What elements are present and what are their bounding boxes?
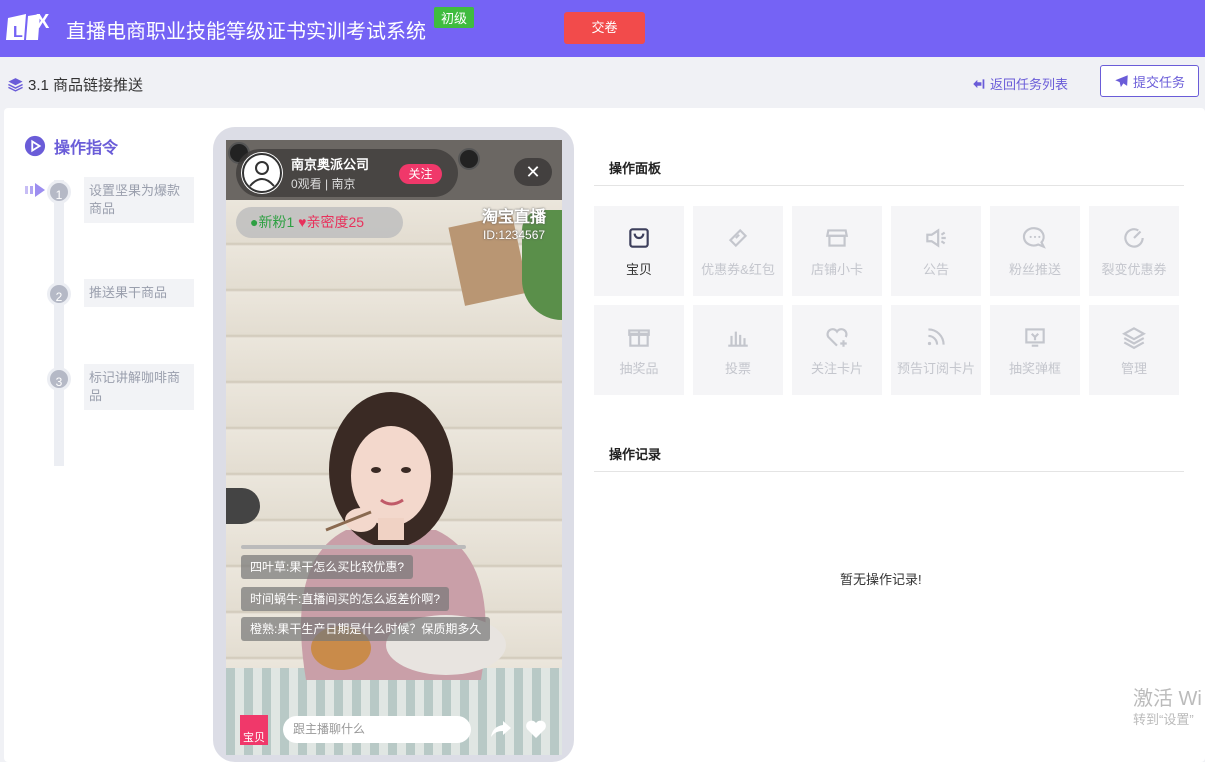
submit-task-label: 提交任务 — [1132, 74, 1185, 90]
store-icon — [825, 228, 849, 247]
ops-panel-title: 操作面板 — [609, 161, 662, 176]
tile-label: 优惠券&红包 — [701, 261, 775, 277]
tile-manage[interactable]: 管理 — [1089, 305, 1179, 395]
like-heart-icon[interactable] — [523, 717, 549, 741]
app-title: 直播电商职业技能等级证书实训考试系统 — [66, 21, 426, 43]
rss-icon — [927, 327, 945, 345]
tile-label: 店铺小卡 — [810, 261, 863, 277]
current-step-arrow-icon — [25, 183, 45, 197]
tile-preview-card[interactable]: 预告订阅卡片 — [891, 305, 981, 395]
room-id: ID:1234567 — [483, 228, 546, 242]
activation-watermark-sub: 转到“设置” — [1133, 712, 1194, 727]
tile-label: 管理 — [1120, 360, 1147, 376]
activation-watermark: 激活 Wi — [1133, 688, 1202, 710]
sign-out-icon — [973, 78, 985, 89]
intimacy-value: 亲密度25 — [306, 214, 365, 230]
tile-label: 预告订阅卡片 — [896, 360, 975, 376]
step-number: 2 — [47, 282, 71, 306]
host-name: 南京奥派公司 — [291, 157, 370, 172]
tile-store-card[interactable]: 店铺小卡 — [792, 206, 882, 296]
svg-text:L: L — [13, 24, 23, 41]
step-number: 3 — [47, 367, 71, 391]
divider — [594, 185, 1184, 186]
submit-task-button[interactable]: 提交任务 — [1100, 65, 1199, 97]
step-number: 1 — [47, 180, 71, 204]
top-bar: L X 直播电商职业技能等级证书实训考试系统 初级 交卷 — [0, 0, 1205, 57]
tile-label: 抽奖弹框 — [1008, 360, 1061, 376]
instructions-heading: 操作指令 — [24, 134, 118, 158]
host-meta: 0观看 | 南京 — [291, 177, 356, 191]
new-fans-count: 新粉1 — [258, 214, 295, 230]
share-icon[interactable] — [488, 717, 514, 741]
comment-item: 四叶草:果干怎么买比较优惠? — [241, 555, 414, 579]
product-bag-button[interactable]: 宝贝 — [240, 715, 268, 745]
tile-label: 抽奖品 — [619, 360, 659, 376]
comment-item: 橙熟:果干生产日期是什么时候？保质期多久 — [241, 617, 491, 641]
tile-label: 粉丝推送 — [1008, 261, 1061, 277]
tile-label: 投票 — [724, 360, 751, 376]
comment-scrollbar[interactable] — [241, 545, 466, 549]
back-to-tasks-link[interactable]: 返回任务列表 — [971, 74, 1068, 93]
step-text: 推送果干商品 — [84, 279, 194, 307]
fans-intimacy-pill: ●新粉1 ♥亲密度25 — [236, 207, 403, 238]
steps-track — [54, 180, 64, 466]
ops-log-title: 操作记录 — [609, 447, 662, 462]
task-title: 3.1 商品链接推送 — [7, 74, 143, 95]
svg-text:X: X — [36, 11, 50, 33]
layers-icon — [8, 78, 23, 92]
coupon-icon — [728, 228, 748, 247]
tile-fan-push[interactable]: 粉丝推送 — [990, 206, 1080, 296]
megaphone-icon — [926, 227, 946, 248]
paper-plane-icon — [1115, 74, 1128, 87]
comment-item: 时间蜗牛:直播间买的怎么返差价啊? — [241, 587, 450, 611]
submit-exam-button[interactable]: 交卷 — [564, 12, 645, 44]
play-circle-icon — [24, 135, 46, 157]
tile-vote[interactable]: 投票 — [693, 305, 783, 395]
tile-follow-card[interactable]: 关注卡片 — [792, 305, 882, 395]
divider — [594, 471, 1184, 472]
follow-button[interactable]: 关注 — [399, 164, 442, 184]
tile-lottery-popup[interactable]: 抽奖弹框 — [990, 305, 1080, 395]
back-to-tasks-label: 返回任务列表 — [990, 77, 1069, 92]
tile-label: 关注卡片 — [810, 360, 863, 376]
host-avatar[interactable] — [241, 152, 283, 194]
bar-chart-icon — [728, 331, 748, 347]
tile-label: 裂变优惠券 — [1101, 261, 1167, 277]
tile-label: 宝贝 — [625, 261, 652, 277]
lamp-icon — [458, 148, 480, 170]
tile-lottery-prize[interactable]: 抽奖品 — [594, 305, 684, 395]
close-icon[interactable]: ✕ — [514, 158, 552, 186]
shopping-bag-icon — [629, 227, 649, 248]
empty-log-text: 暂无操作记录! — [840, 572, 922, 587]
step-text: 设置坚果为爆款商品 — [84, 177, 194, 223]
gauge-icon — [1124, 227, 1144, 248]
brand-label: 淘宝直播 — [482, 209, 547, 226]
live-screen: 南京奥派公司 0观看 | 南京 关注 ✕ ●新粉1 ♥亲密度25 淘宝直播 ID… — [226, 140, 562, 755]
tile-product[interactable]: 宝贝 — [594, 206, 684, 296]
gift-icon — [628, 328, 650, 347]
logo-icon: L X — [6, 11, 50, 41]
tile-coupon[interactable]: 优惠券&红包 — [693, 206, 783, 296]
tile-label: 公告 — [922, 261, 949, 277]
level-badge: 初级 — [434, 7, 475, 28]
heart-plus-icon — [826, 327, 848, 347]
tile-fission-coupon[interactable]: 裂变优惠券 — [1089, 206, 1179, 296]
task-title-text: 3.1 商品链接推送 — [28, 77, 144, 94]
lottery-box-icon — [1025, 327, 1045, 347]
chat-input[interactable]: 跟主播聊什么 — [283, 716, 471, 743]
step-text: 标记讲解咖啡商品 — [84, 364, 194, 410]
instructions-heading-text: 操作指令 — [54, 140, 119, 157]
layers-icon — [1122, 326, 1146, 349]
tile-announcement[interactable]: 公告 — [891, 206, 981, 296]
chat-bubble-icon — [1022, 226, 1046, 249]
